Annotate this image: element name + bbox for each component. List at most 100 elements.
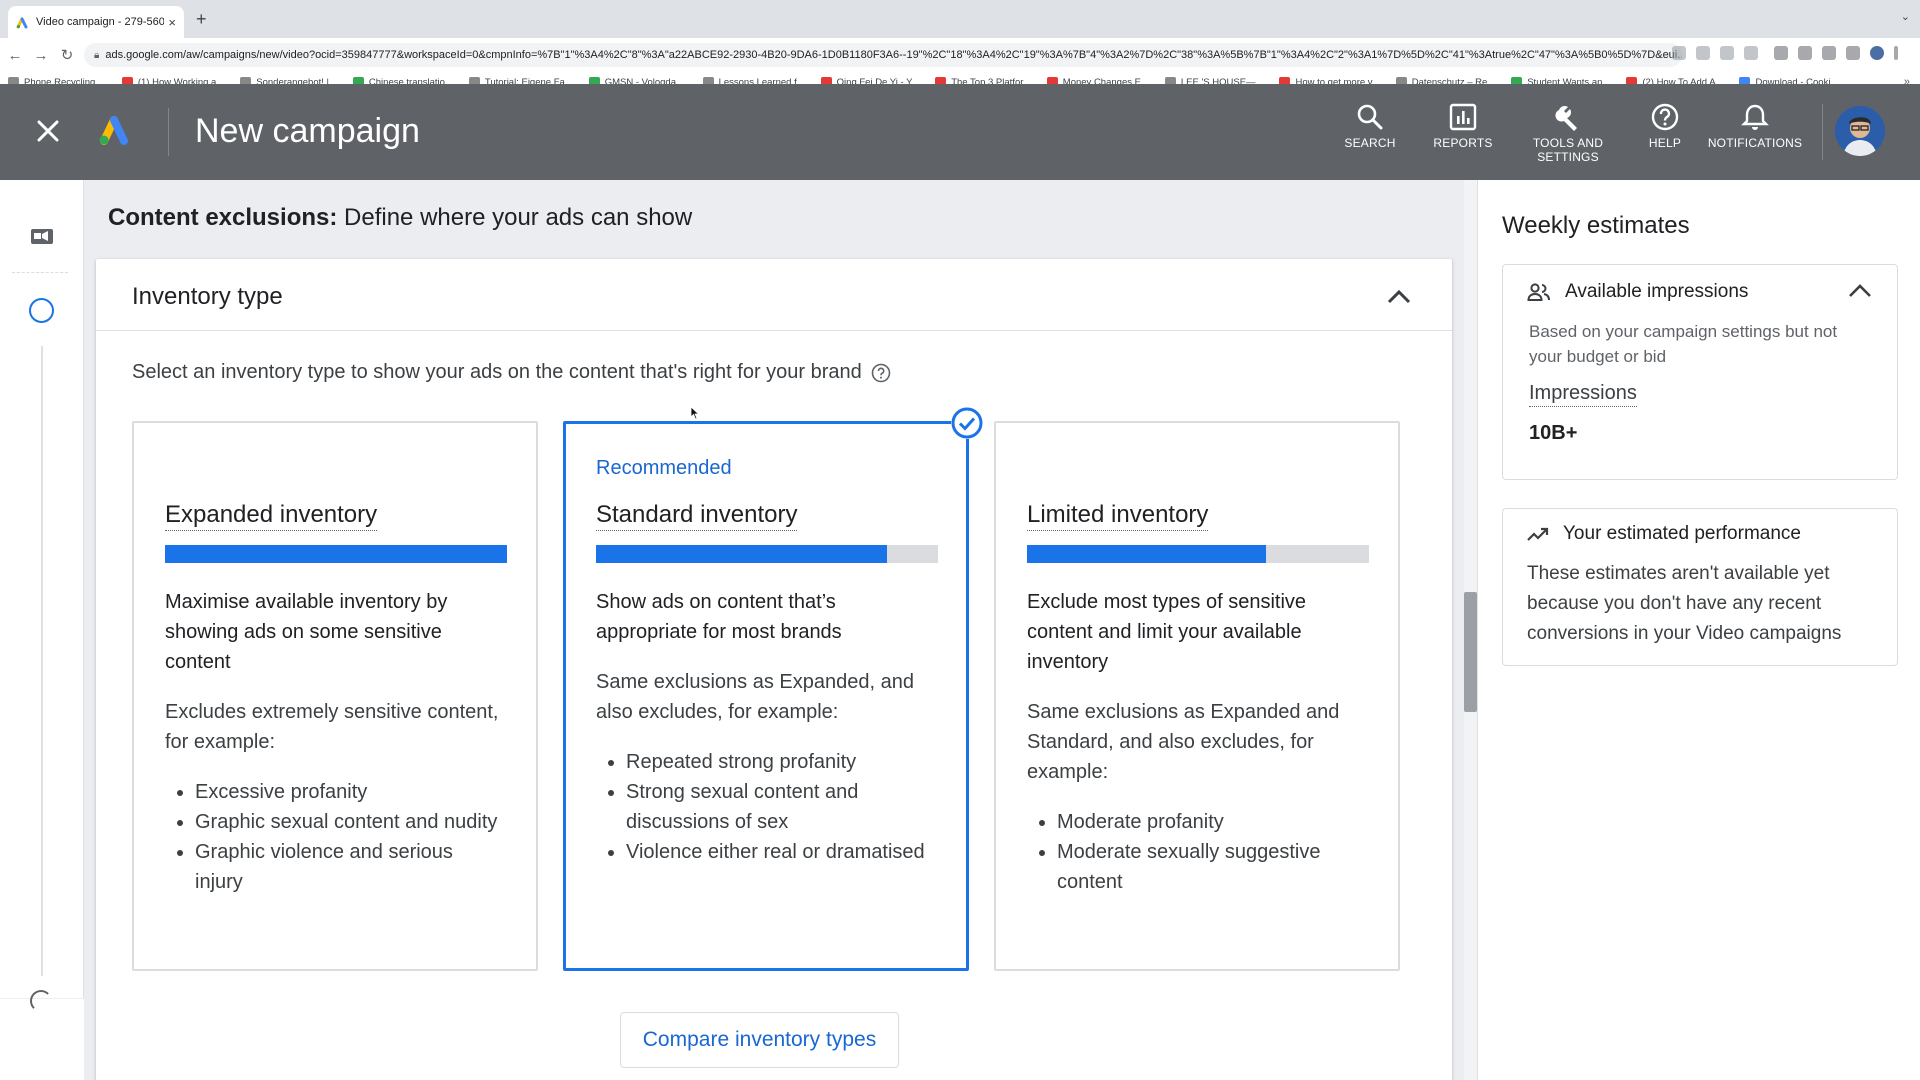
inventory-meter <box>165 545 507 563</box>
bell-icon <box>1741 104 1769 130</box>
card-title: Standard inventory <box>596 501 798 531</box>
card-title: Expanded inventory <box>165 501 378 531</box>
inventory-panel-title: Inventory type <box>132 283 283 310</box>
main-content: Content exclusions: Define where your ad… <box>84 180 1464 1080</box>
help-circle-icon[interactable] <box>871 363 891 383</box>
puzzle-extensions-icon[interactable] <box>1798 46 1812 60</box>
mouse-cursor-icon <box>690 406 700 420</box>
help-nav-button[interactable]: HELP <box>1620 102 1710 150</box>
tab-search-chevron-icon[interactable]: ⌄ <box>1901 10 1910 23</box>
card-exclusion-list: Repeated strong profanity Strong sexual … <box>596 747 936 867</box>
card-description: Show ads on content that’s appropriate f… <box>596 591 842 643</box>
impressions-note: Based on your campaign settings but not … <box>1529 322 1838 366</box>
list-item: Repeated strong profanity <box>626 747 936 777</box>
impressions-label[interactable]: Impressions <box>1529 381 1637 407</box>
impressions-value: 10B+ <box>1529 422 1578 444</box>
help-icon <box>1651 103 1679 131</box>
forward-arrow-icon[interactable]: → <box>30 44 52 66</box>
inventory-intro-text: Select an inventory type to show your ad… <box>132 361 862 383</box>
translate-icon[interactable] <box>1672 46 1686 60</box>
sidepanel-icon[interactable] <box>1846 46 1860 60</box>
people-icon <box>1527 283 1550 301</box>
google-ads-logo-icon <box>99 116 128 145</box>
step-circle-icon[interactable] <box>30 990 52 1012</box>
profile-avatar-icon[interactable] <box>1870 46 1884 60</box>
inventory-meter-fill <box>596 545 887 563</box>
trending-up-icon <box>1527 527 1549 541</box>
header-divider-right <box>1822 104 1823 160</box>
list-item: Excessive profanity <box>195 777 505 807</box>
browser-menu-icon[interactable] <box>1894 46 1898 60</box>
expanded-inventory-card[interactable]: Expanded inventory Maximise available in… <box>132 421 538 971</box>
card-description: Maximise available inventory by showing … <box>165 591 448 673</box>
inventory-meter-fill <box>1027 545 1267 563</box>
available-impressions-title: Available impressions <box>1565 281 1749 302</box>
chevron-up-icon[interactable] <box>1847 281 1873 301</box>
list-item: Moderate sexually suggestive content <box>1057 837 1367 897</box>
card-subtext: Excludes extremely sensitive content, fo… <box>165 701 499 753</box>
card-subtext: Same exclusions as Expanded, and also ex… <box>596 671 914 723</box>
tab-close-icon[interactable]: × <box>168 15 176 30</box>
wrench-icon <box>1555 105 1577 131</box>
estimated-performance-header: Your estimated performance <box>1503 509 1897 559</box>
notifications-nav-button[interactable]: NOTIFICATIONS <box>1707 102 1803 150</box>
tools-settings-nav-label: TOOLS AND SETTINGS <box>1532 136 1604 164</box>
chevron-up-icon[interactable] <box>1385 283 1413 311</box>
reports-nav-label: REPORTS <box>1433 136 1493 150</box>
reports-nav-button[interactable]: REPORTS <box>1418 102 1508 150</box>
new-tab-button[interactable]: + <box>196 9 207 30</box>
list-item: Graphic sexual content and nudity <box>195 807 505 837</box>
main-scrollbar-thumb[interactable] <box>1464 592 1477 712</box>
limited-inventory-card[interactable]: Limited inventory Exclude most types of … <box>994 421 1400 971</box>
close-icon[interactable] <box>34 117 62 145</box>
address-bar-url: ads.google.com/aw/campaigns/new/video?oc… <box>105 49 1682 61</box>
extension-icon[interactable] <box>1774 46 1788 60</box>
list-item: Violence either real or dramatised <box>626 837 936 867</box>
search-nav-button[interactable]: SEARCH <box>1325 102 1415 150</box>
inventory-meter <box>596 545 938 563</box>
section-heading: Content exclusions: Define where your ad… <box>108 204 692 232</box>
back-arrow-icon[interactable]: ← <box>4 44 26 66</box>
header-divider <box>168 108 169 156</box>
lock-icon: 🔒︎ <box>94 49 100 61</box>
rail-separator <box>12 272 68 273</box>
inventory-meter <box>1027 545 1369 563</box>
check-circle-icon <box>951 407 983 439</box>
progress-rail <box>0 180 84 1080</box>
address-bar[interactable]: 🔒︎ ads.google.com/aw/campaigns/new/video… <box>84 43 1682 67</box>
card-title: Limited inventory <box>1027 501 1209 531</box>
account-avatar[interactable] <box>1835 106 1885 156</box>
inventory-intro: Select an inventory type to show your ad… <box>132 361 891 384</box>
help-nav-label: HELP <box>1648 136 1682 150</box>
app-header: New campaign SEARCH REPORTS TOOLS AND SE… <box>0 84 1920 180</box>
search-nav-label: SEARCH <box>1344 136 1396 150</box>
available-impressions-header[interactable]: Available impressions <box>1503 265 1897 319</box>
current-step-indicator-icon[interactable] <box>29 298 54 323</box>
search-icon <box>1357 104 1383 130</box>
inventory-panel-header[interactable]: Inventory type <box>96 259 1452 331</box>
bookmark-star-icon[interactable] <box>1744 46 1758 60</box>
card-exclusion-list: Moderate profanity Moderate sexually sug… <box>1027 807 1367 897</box>
reports-icon <box>1449 103 1477 131</box>
estimated-performance-card: Your estimated performance These estimat… <box>1502 508 1898 666</box>
card-subtext: Same exclusions as Expanded and Standard… <box>1027 701 1340 783</box>
zoom-icon[interactable] <box>1696 46 1710 60</box>
share-icon[interactable] <box>1720 46 1734 60</box>
estimated-performance-text: These estimates aren't available yet bec… <box>1527 563 1842 644</box>
browser-tab-title: Video campaign - 279-560-18 <box>36 16 165 28</box>
browser-tabstrip: Video campaign - 279-560-18 × + ⌄ <box>0 0 1920 38</box>
inventory-type-panel: Inventory type Select an inventory type … <box>96 259 1452 1080</box>
browser-tab-active[interactable]: Video campaign - 279-560-18 × <box>8 6 184 38</box>
compare-inventory-types-button[interactable]: Compare inventory types <box>620 1012 899 1068</box>
card-tag <box>1027 457 1367 481</box>
section-heading-rest: Define where your ads can show <box>337 204 693 231</box>
standard-inventory-card[interactable]: Recommended Standard inventory Show ads … <box>563 407 983 971</box>
reload-icon[interactable]: ↻ <box>56 44 78 66</box>
notifications-nav-label: NOTIFICATIONS <box>1707 136 1803 150</box>
tools-settings-nav-button[interactable]: TOOLS AND SETTINGS <box>1523 102 1613 164</box>
card-tag <box>165 457 505 481</box>
google-ads-favicon-icon <box>16 17 28 29</box>
section-heading-bold: Content exclusions: <box>108 204 338 231</box>
reading-list-icon[interactable] <box>1822 46 1836 60</box>
video-camera-icon[interactable] <box>30 226 54 246</box>
